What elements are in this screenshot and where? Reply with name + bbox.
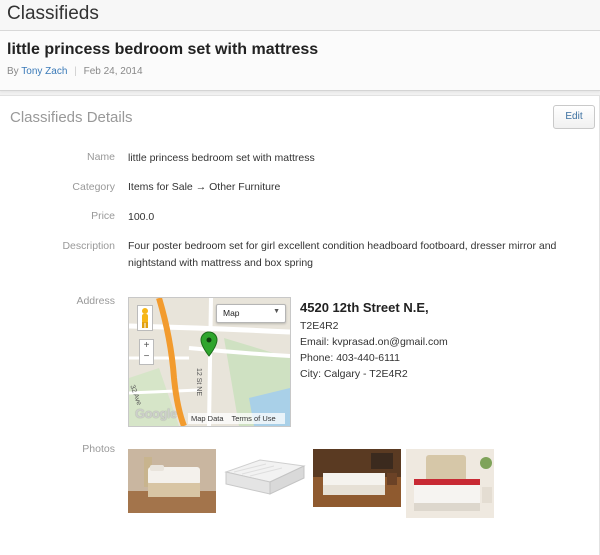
section-title: Classifieds Details xyxy=(10,109,133,126)
listing-header: little princess bedroom set with mattres… xyxy=(0,31,600,91)
price-value: 100.0 xyxy=(128,211,155,223)
map-type-label: Map xyxy=(223,308,240,318)
price-label: Price xyxy=(91,210,115,222)
edit-button[interactable]: Edit xyxy=(553,105,595,129)
address-email: Email: kvprasad.on@gmail.com xyxy=(300,336,448,348)
chevron-down-icon: ▼ xyxy=(273,308,280,315)
zoom-out-button[interactable]: − xyxy=(140,351,153,362)
name-value: little princess bedroom set with mattres… xyxy=(128,152,315,164)
category-label: Category xyxy=(72,181,115,193)
photo-mattress[interactable] xyxy=(220,452,308,500)
by-prefix: By xyxy=(7,66,19,77)
listing-date: Feb 24, 2014 xyxy=(83,66,143,77)
photo-bed-headboard[interactable] xyxy=(406,449,494,518)
category-value: Items for Sale → Other Furniture xyxy=(128,181,281,193)
address-street: 4520 12th Street N.E, xyxy=(300,300,429,315)
map-data-link[interactable]: Map Data xyxy=(191,414,224,423)
address-city: City: Calgary - T2E4R2 xyxy=(300,368,408,380)
photo-bedroom-set[interactable] xyxy=(128,449,216,513)
map-type-select[interactable]: Map ▼ xyxy=(216,304,286,323)
map-footer: Map Data Terms of Use xyxy=(188,413,285,424)
terms-of-use-link[interactable]: Terms of Use xyxy=(231,414,275,423)
address-map[interactable]: + − Map ▼ 12 St NE 32 Ave Google Map Dat… xyxy=(128,297,291,427)
street-view-pegman-icon[interactable] xyxy=(137,305,153,331)
map-zoom-control[interactable]: + − xyxy=(139,339,154,365)
name-label: Name xyxy=(86,151,115,163)
photos-label: Photos xyxy=(82,443,115,455)
description-value: Four poster bedroom set for girl excelle… xyxy=(128,240,557,269)
listing-title: little princess bedroom set with mattres… xyxy=(7,41,319,58)
location-marker-icon[interactable] xyxy=(200,331,218,357)
description-label: Description xyxy=(62,240,115,252)
street-label-12st: 12 St NE xyxy=(195,368,202,397)
meta-separator: | xyxy=(74,66,77,77)
address-postal: T2E4R2 xyxy=(300,320,339,332)
app-title: Classifieds xyxy=(7,3,99,24)
details-panel: Classifieds Details Edit Name little pri… xyxy=(0,95,600,555)
address-phone: Phone: 403-440-6111 xyxy=(300,352,401,364)
address-label: Address xyxy=(76,295,115,307)
photo-bed-room[interactable] xyxy=(313,449,401,507)
top-bar: Classifieds xyxy=(0,0,600,31)
listing-meta: By Tony Zach | Feb 24, 2014 xyxy=(7,66,143,77)
zoom-in-button[interactable]: + xyxy=(140,340,153,351)
author-link[interactable]: Tony Zach xyxy=(21,66,67,77)
google-logo: Google xyxy=(135,406,177,421)
